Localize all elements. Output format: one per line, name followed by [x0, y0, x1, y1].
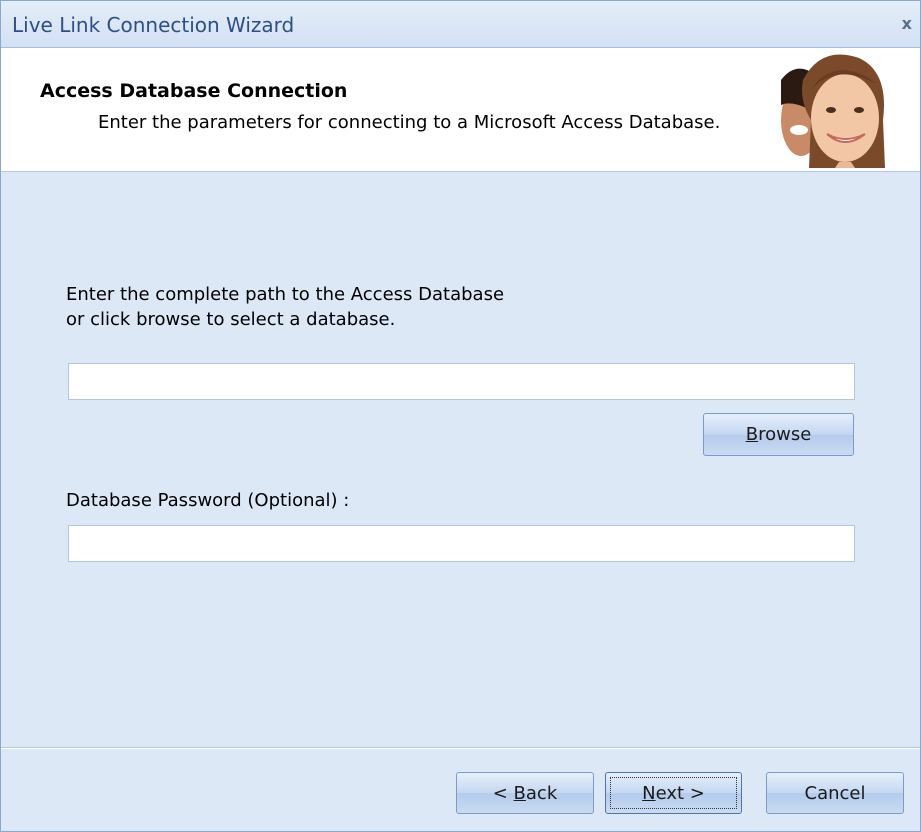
back-label: ack [525, 782, 558, 804]
close-icon[interactable]: x [902, 14, 912, 33]
back-button[interactable]: < Back [456, 772, 594, 814]
wizard-header: Access Database Connection Enter the par… [1, 48, 920, 172]
page-title: Access Database Connection [40, 80, 348, 102]
title-bar[interactable]: Live Link Connection Wizard x [1, 1, 920, 48]
next-button[interactable]: Next > [605, 772, 742, 814]
back-prefix: < [492, 782, 514, 804]
instruction-line-1: Enter the complete path to the Access Da… [66, 284, 505, 305]
database-path-input[interactable] [68, 363, 855, 400]
browse-label: rowse [758, 424, 812, 445]
browse-mnemonic: B [745, 424, 759, 445]
wizard-window: Live Link Connection Wizard x Access Dat… [0, 0, 921, 832]
cancel-label: Cancel [804, 782, 866, 804]
browse-button[interactable]: Browse [703, 413, 854, 456]
back-mnemonic: B [513, 782, 526, 804]
people-photo-image [781, 54, 885, 168]
path-instructions: Enter the complete path to the Access Da… [66, 282, 504, 332]
window-title: Live Link Connection Wizard [12, 13, 295, 37]
instruction-line-2: or click browse to select a database. [66, 309, 396, 330]
content-area: Enter the complete path to the Access Da… [1, 172, 920, 747]
database-password-input[interactable] [68, 525, 855, 562]
focus-rectangle [610, 777, 737, 809]
password-label: Database Password (Optional) : [66, 490, 350, 511]
footer-divider-highlight [1, 748, 920, 749]
cancel-button[interactable]: Cancel [766, 772, 904, 814]
page-subtitle: Enter the parameters for connecting to a… [98, 112, 721, 133]
